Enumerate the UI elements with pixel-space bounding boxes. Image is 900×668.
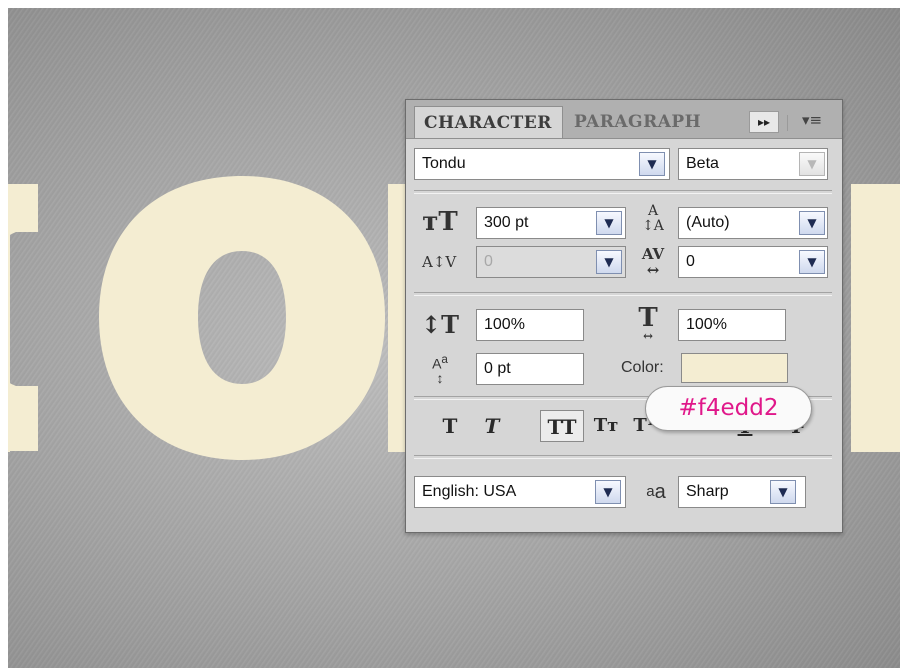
font-family-value: Tondu [422,155,466,172]
tracking-icon: AV ↔ [641,245,665,279]
faux-bold-button[interactable]: T [436,410,464,442]
language-value: English: USA [422,483,517,500]
letter-c-bottom [8,381,38,451]
double-arrow-right-icon[interactable]: ▸▸ [749,111,779,133]
leading-icon: A ↕A [642,203,664,234]
font-size-value: 300 pt [484,214,529,231]
panel-tab-bar: CHARACTER PARAGRAPH ▸▸ ▾≡ [406,100,842,139]
letter-c-top [8,184,38,237]
color-hex-tooltip: #f4edd2 [645,386,812,431]
horizontal-scale-value: 100% [686,316,727,333]
baseline-shift-value: 0 pt [484,360,511,377]
small-caps-button[interactable]: Tт [588,410,624,442]
antialias-value: Sharp [686,483,729,500]
leading-value: (Auto) [686,214,730,231]
vertical-scale-value: 100% [484,316,525,333]
antialias-dropdown-arrow[interactable]: ▼ [770,480,796,504]
baseline-shift-icon: Aa ↕ [432,353,448,386]
panel-menu-icon[interactable]: ▾≡ [796,109,828,131]
letter-c-stem [8,184,10,452]
font-family-select[interactable]: Tondu [414,148,670,180]
font-style-value: Beta [686,155,719,172]
color-label: Color: [621,359,664,376]
tracking-dropdown-arrow[interactable]: ▼ [799,250,825,274]
kerning-value: 0 [484,253,493,270]
tab-paragraph[interactable]: PARAGRAPH [565,106,708,138]
font-size-icon: ᴛT [422,207,458,237]
vertical-scale-field[interactable]: 100% [476,309,584,341]
font-style-dropdown-arrow[interactable]: ▼ [799,152,825,176]
panel-divider [414,292,832,296]
vertical-scale-icon: ↕T [421,310,459,339]
baseline-shift-field[interactable]: 0 pt [476,353,584,385]
canvas-letter-right [851,184,900,452]
language-dropdown-arrow[interactable]: ▼ [595,480,621,504]
character-panel: CHARACTER PARAGRAPH ▸▸ ▾≡ Tondu ▼ Beta ▼… [405,99,843,533]
font-family-dropdown-arrow[interactable]: ▼ [639,152,665,176]
tracking-value: 0 [686,253,695,270]
panel-divider [414,455,832,459]
kerning-dropdown-arrow[interactable]: ▼ [596,250,622,274]
horizontal-scale-icon: T ↔ [638,303,658,343]
tab-bar-separator [787,115,788,131]
antialias-icon: aa [646,481,666,503]
font-size-dropdown-arrow[interactable]: ▼ [596,211,622,235]
faux-italic-button[interactable]: T [478,410,506,442]
kerning-icon: A↕V [422,253,457,271]
panel-divider [414,190,832,194]
all-caps-button[interactable]: TT [540,410,584,442]
leading-dropdown-arrow[interactable]: ▼ [799,211,825,235]
color-swatch[interactable] [681,353,788,383]
canvas-letter-o [99,176,385,460]
canvas-letter-c [8,184,38,452]
horizontal-scale-field[interactable]: 100% [678,309,786,341]
tab-character[interactable]: CHARACTER [414,106,563,138]
